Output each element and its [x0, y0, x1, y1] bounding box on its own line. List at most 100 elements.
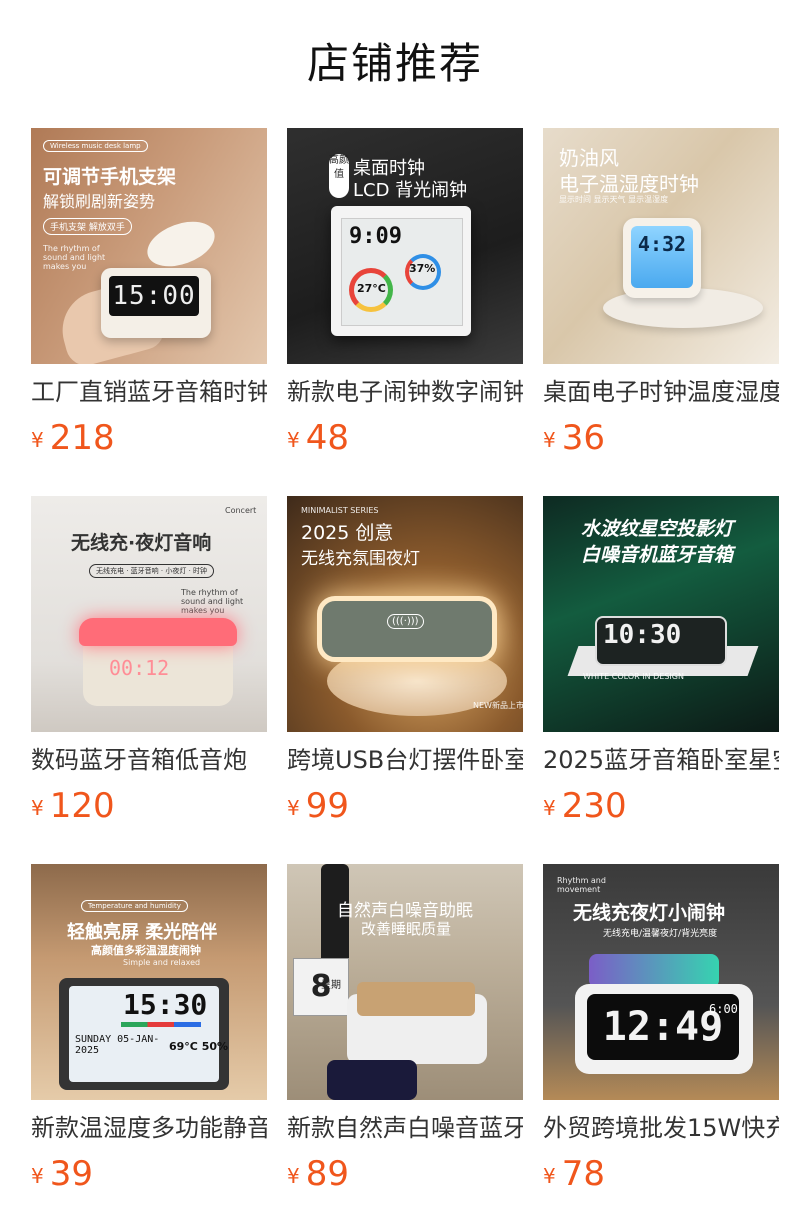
currency-symbol: ¥	[543, 428, 556, 452]
product-title[interactable]: 桌面电子时钟温度湿度	[543, 376, 779, 408]
clock-time: 4:32	[631, 226, 693, 288]
wireless-charge-icon: (((·)))	[387, 614, 424, 629]
currency-symbol: ¥	[287, 1164, 300, 1188]
book-title: WHITE COLOR IN DESIGN	[583, 672, 684, 681]
image-headline: 奶油风	[559, 146, 619, 170]
product-price: ¥230	[543, 784, 627, 834]
currency-symbol: ¥	[31, 428, 44, 452]
product-image[interactable]: 自然声白噪音助眠 改善睡眠质量 8 星期	[287, 864, 523, 1100]
currency-symbol: ¥	[543, 796, 556, 820]
new-tag: NEW新品上市	[473, 701, 523, 710]
image-caption: Rhythm and movement	[557, 876, 606, 894]
price-value: 230	[561, 786, 627, 826]
clock-date: SUNDAY 05-JAN-2025	[75, 1034, 160, 1056]
image-subline: 电子温湿度时钟	[559, 172, 699, 196]
section-title: 店铺推荐	[306, 39, 483, 88]
currency-symbol: ¥	[543, 1164, 556, 1188]
phone-shape	[327, 1060, 417, 1100]
price-value: 120	[49, 786, 115, 826]
image-caption: The rhythm of sound and light makes you	[43, 244, 106, 271]
product-card[interactable]: 高颜值 桌面时钟 LCD 背光闹钟 9:09 37% 27°C 新款电子闹钟数字…	[287, 128, 523, 496]
image-badge: 高颜值	[329, 154, 349, 198]
image-headline: 轻触亮屏 柔光陪伴	[67, 922, 218, 943]
product-image[interactable]: 水波纹星空投影灯 白噪音机蓝牙音箱 WHITE COLOR IN DESIGN …	[543, 496, 779, 732]
image-tag: Temperature and humidity	[81, 900, 188, 912]
clock-reading: 69°C 50%	[169, 1040, 229, 1053]
brand-mark: Concert	[225, 506, 257, 515]
image-headline: 水波纹星空投影灯	[581, 518, 734, 540]
product-price: ¥36	[543, 416, 605, 466]
product-card[interactable]: Rhythm and movement 无线充夜灯小闹钟 无线充电/温馨夜灯/背…	[543, 864, 779, 1232]
product-price: ¥218	[31, 416, 115, 466]
product-title[interactable]: 新款温湿度多功能静音	[31, 1112, 267, 1144]
image-tag: Wireless music desk lamp	[43, 140, 148, 152]
product-title[interactable]: 数码蓝牙音箱低音炮	[31, 744, 267, 776]
product-image[interactable]: Rhythm and movement 无线充夜灯小闹钟 无线充电/温馨夜灯/背…	[543, 864, 779, 1100]
clock-digits: 10:30	[603, 620, 682, 650]
product-card[interactable]: Temperature and humidity 轻触亮屏 柔光陪伴 高颜值多彩…	[31, 864, 267, 1232]
charging-pad-shape	[589, 954, 719, 988]
product-price: ¥120	[31, 784, 115, 834]
product-card[interactable]: MINIMALIST SERIES 2025 创意 无线充氛围夜灯 (((·))…	[287, 496, 523, 864]
price-value: 218	[49, 418, 115, 458]
product-card[interactable]: 15:00 Wireless music desk lamp 可调节手机支架 解…	[31, 128, 267, 496]
image-subline: 白噪音机蓝牙音箱	[581, 544, 734, 566]
product-title[interactable]: 跨境USB台灯摆件卧室	[287, 744, 523, 776]
speaker-top-shape	[357, 982, 475, 1016]
clock-digits: 00:12	[109, 656, 170, 680]
currency-symbol: ¥	[287, 428, 300, 452]
product-grid: 15:00 Wireless music desk lamp 可调节手机支架 解…	[31, 128, 779, 1232]
image-pill: 无线充电 · 蓝牙音响 · 小夜灯 · 时钟	[89, 564, 215, 578]
price-value: 78	[561, 1154, 605, 1194]
product-image[interactable]: MINIMALIST SERIES 2025 创意 无线充氛围夜灯 (((·))…	[287, 496, 523, 732]
price-value: 36	[561, 418, 605, 458]
calendar-weekday: 星期	[321, 980, 341, 991]
product-price: ¥99	[287, 784, 349, 834]
image-caption: The rhythm of sound and light makes you	[181, 588, 244, 615]
clock-display: 15:00	[109, 276, 199, 316]
product-image[interactable]: Temperature and humidity 轻触亮屏 柔光陪伴 高颜值多彩…	[31, 864, 267, 1100]
image-subline: 无线充氛围夜灯	[301, 549, 420, 569]
product-title[interactable]: 外贸跨境批发15W快充	[543, 1112, 779, 1144]
image-subline: 高颜值多彩温湿度闹钟	[91, 944, 201, 957]
image-headline: 2025 创意	[301, 522, 394, 544]
product-title[interactable]: 新款电子闹钟数字闹钟	[287, 376, 523, 408]
currency-symbol: ¥	[31, 1164, 44, 1188]
clock-time: 9:09	[349, 224, 402, 249]
product-card[interactable]: Concert 无线充·夜灯音响 无线充电 · 蓝牙音响 · 小夜灯 · 时钟 …	[31, 496, 267, 864]
product-price: ¥48	[287, 416, 349, 466]
product-title[interactable]: 工厂直销蓝牙音箱时钟	[31, 376, 267, 408]
image-headline: 无线充·夜灯音响	[71, 532, 212, 554]
product-card[interactable]: 水波纹星空投影灯 白噪音机蓝牙音箱 WHITE COLOR IN DESIGN …	[543, 496, 779, 864]
product-image[interactable]: 高颜值 桌面时钟 LCD 背光闹钟 9:09 37% 27°C	[287, 128, 523, 364]
currency-symbol: ¥	[31, 796, 44, 820]
price-value: 48	[305, 418, 349, 458]
product-card[interactable]: 奶油风 电子温湿度时钟 显示时间 显示天气 显示温湿度 4:32 桌面电子时钟温…	[543, 128, 779, 496]
product-image[interactable]: 奶油风 电子温湿度时钟 显示时间 显示天气 显示温湿度 4:32	[543, 128, 779, 364]
product-image[interactable]: 15:00 Wireless music desk lamp 可调节手机支架 解…	[31, 128, 267, 364]
temp-value: 27°C	[357, 282, 386, 295]
image-subline: 解锁刷剧新姿势	[43, 192, 156, 211]
product-image[interactable]: Concert 无线充·夜灯音响 无线充电 · 蓝牙音响 · 小夜灯 · 时钟 …	[31, 496, 267, 732]
image-headline: 无线充夜灯小闹钟	[573, 902, 726, 924]
humidity-value: 37%	[409, 262, 436, 275]
product-price: ¥39	[31, 1152, 93, 1202]
series-tag: MINIMALIST SERIES	[301, 506, 379, 515]
product-title[interactable]: 2025蓝牙音箱卧室星空	[543, 744, 779, 776]
product-card[interactable]: 自然声白噪音助眠 改善睡眠质量 8 星期 新款自然声白噪音蓝牙 ¥89	[287, 864, 523, 1232]
image-subline: LCD 背光闹钟	[353, 180, 468, 201]
image-pill: 手机支架 解放双手	[43, 218, 132, 235]
product-price: ¥89	[287, 1152, 349, 1202]
section-header: 店铺推荐	[0, 0, 790, 128]
product-title[interactable]: 新款自然声白噪音蓝牙	[287, 1112, 523, 1144]
image-caption: Simple and relaxed	[123, 958, 201, 967]
image-subline: 改善睡眠质量	[361, 920, 452, 938]
price-value: 89	[305, 1154, 349, 1194]
price-value: 99	[305, 786, 349, 826]
clock-time: 15:30	[123, 988, 208, 1021]
light-ring-shape	[79, 618, 237, 646]
currency-symbol: ¥	[287, 796, 300, 820]
image-caption: 显示时间 显示天气 显示温湿度	[559, 195, 669, 204]
image-subline: 无线充电/温馨夜灯/背光亮度	[603, 929, 718, 939]
color-bar	[121, 1022, 201, 1027]
